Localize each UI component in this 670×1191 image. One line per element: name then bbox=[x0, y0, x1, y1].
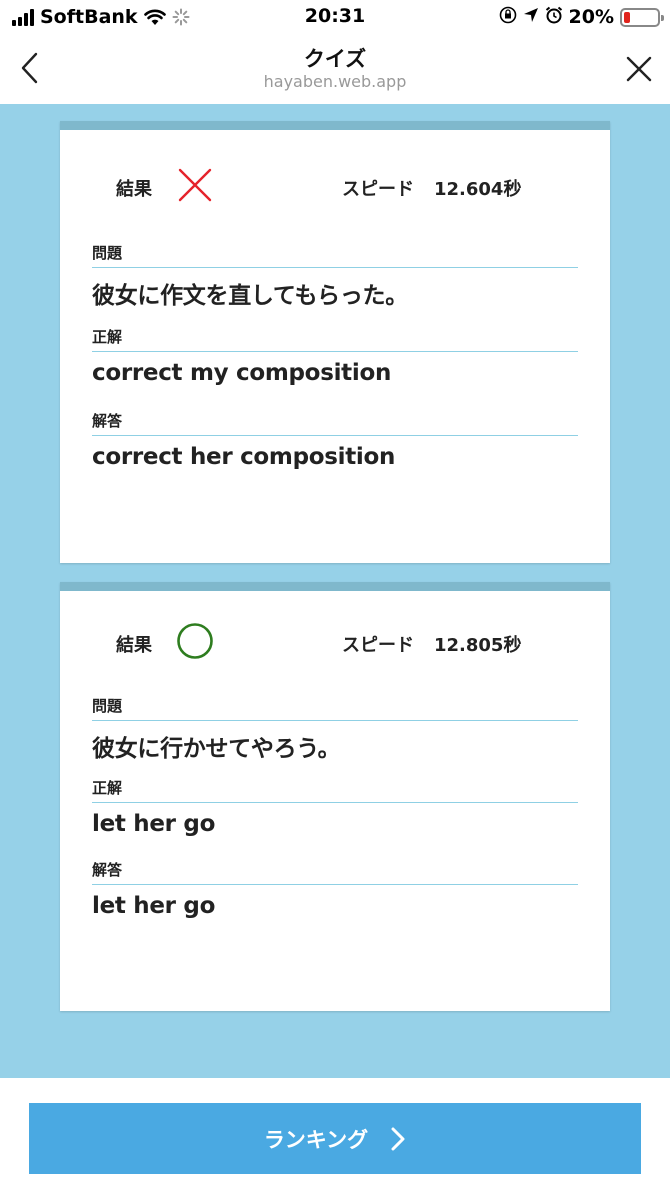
question-field: 問題 彼女に作文を直してもらった。 bbox=[92, 242, 578, 326]
correct-answer-field: 正解 correct my composition bbox=[92, 326, 578, 410]
footer: ランキング bbox=[0, 1078, 670, 1191]
user-answer-field: 解答 let her go bbox=[92, 859, 578, 941]
chevron-right-icon bbox=[391, 1127, 405, 1150]
correct-answer-label: 正解 bbox=[92, 326, 578, 352]
orientation-lock-icon bbox=[499, 6, 517, 28]
signal-strength-icon bbox=[12, 8, 34, 26]
user-answer-text: correct her composition bbox=[92, 444, 396, 470]
question-label: 問題 bbox=[92, 695, 578, 721]
battery-percent: 20% bbox=[568, 6, 614, 28]
page-url: hayaben.web.app bbox=[263, 72, 407, 91]
result-label: 結果 bbox=[116, 635, 152, 656]
speed-value: 12.805秒 bbox=[434, 635, 522, 656]
ranking-label: ランキング bbox=[263, 1127, 369, 1152]
question-label: 問題 bbox=[92, 242, 578, 268]
results-area[interactable]: 結果 スピード 12.604秒 問題 彼女に作文を直してもらった。 正解 cor… bbox=[0, 104, 670, 1078]
question-field: 問題 彼女に行かせてやろう。 bbox=[92, 695, 578, 777]
wifi-icon bbox=[143, 9, 166, 26]
user-answer-label: 解答 bbox=[92, 410, 578, 436]
question-text: 彼女に行かせてやろう。 bbox=[92, 736, 341, 762]
result-label: 結果 bbox=[116, 179, 152, 200]
user-answer-field: 解答 correct her composition bbox=[92, 410, 578, 494]
correct-answer-label: 正解 bbox=[92, 777, 578, 803]
close-icon bbox=[626, 56, 652, 82]
speed-label: スピード bbox=[342, 635, 414, 656]
circle-mark-icon bbox=[177, 623, 213, 659]
cross-mark-icon bbox=[178, 168, 212, 202]
page-title: クイズ bbox=[303, 47, 367, 71]
result-card: 結果 スピード 12.805秒 問題 彼女に行かせてやろう。 正解 let he… bbox=[60, 582, 610, 1011]
activity-spinner-icon bbox=[172, 8, 190, 26]
correct-answer-text: let her go bbox=[92, 811, 216, 837]
location-icon bbox=[523, 7, 539, 27]
result-card: 結果 スピード 12.604秒 問題 彼女に作文を直してもらった。 正解 cor… bbox=[60, 121, 610, 563]
ranking-button[interactable]: ランキング bbox=[29, 1103, 641, 1174]
correct-answer-field: 正解 let her go bbox=[92, 777, 578, 859]
user-answer-text: let her go bbox=[92, 893, 216, 919]
carrier-name: SoftBank bbox=[40, 6, 138, 28]
question-text: 彼女に作文を直してもらった。 bbox=[92, 283, 408, 309]
correct-answer-text: correct my composition bbox=[92, 360, 392, 386]
alarm-icon bbox=[545, 6, 563, 28]
speed-label: スピード bbox=[342, 179, 414, 200]
battery-icon bbox=[620, 7, 664, 27]
nav-bar: クイズ hayaben.web.app bbox=[0, 34, 670, 104]
close-button[interactable] bbox=[622, 52, 656, 86]
user-answer-label: 解答 bbox=[92, 859, 578, 885]
status-bar: SoftBank 20:31 20% bbox=[0, 0, 670, 34]
speed-value: 12.604秒 bbox=[434, 179, 522, 200]
